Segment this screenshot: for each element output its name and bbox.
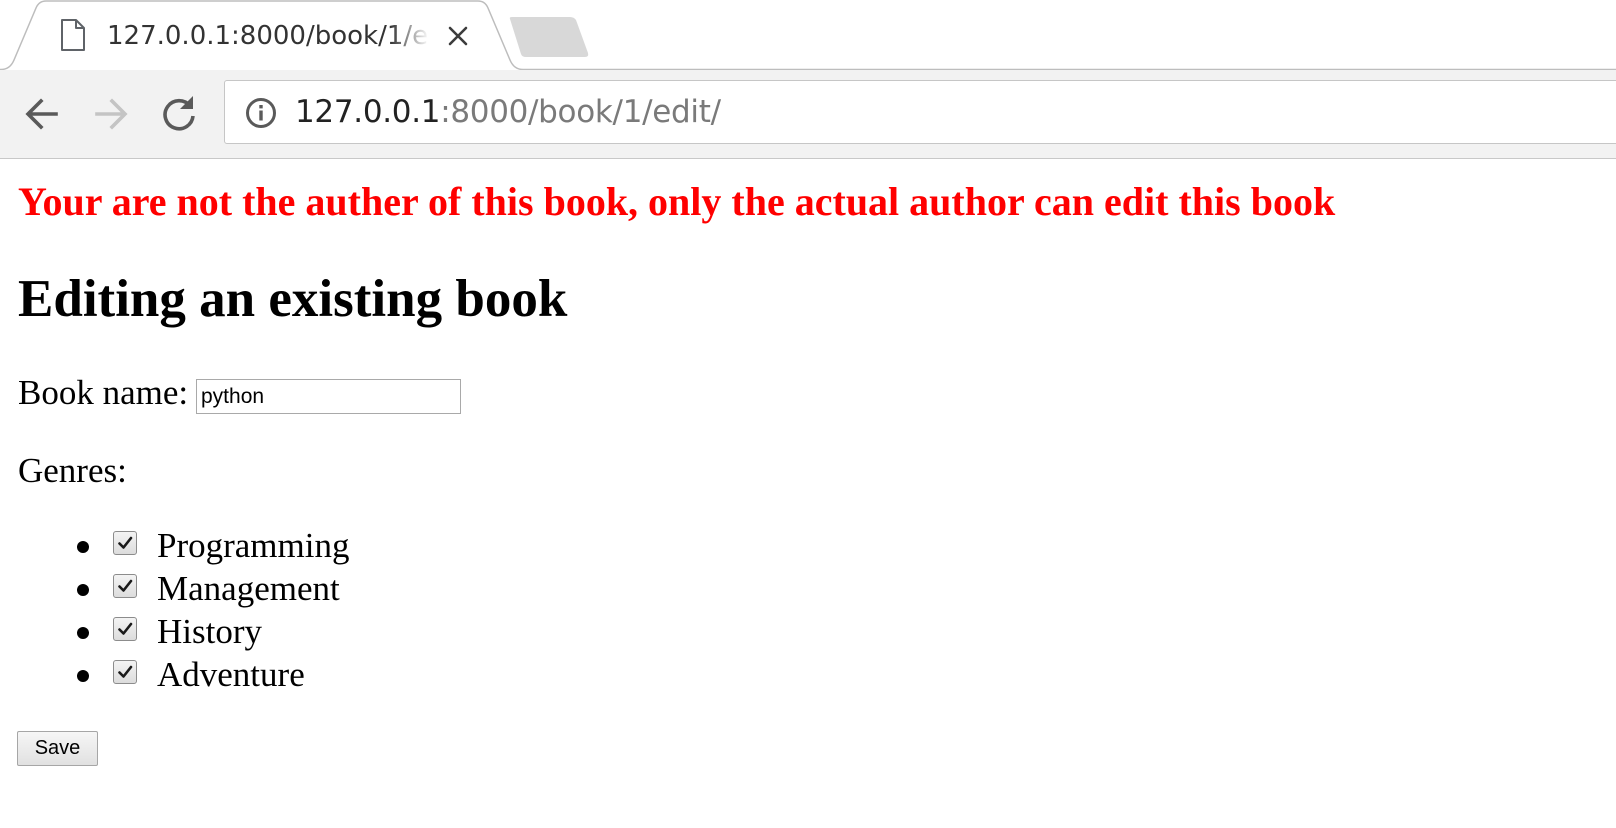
- new-tab-icon[interactable]: [508, 16, 590, 58]
- file-icon: [61, 19, 85, 51]
- info-icon[interactable]: [245, 97, 277, 129]
- close-icon[interactable]: [446, 24, 470, 48]
- genre-item-history: History: [0, 610, 400, 653]
- genres-label: Genres:: [18, 451, 127, 490]
- browser-toolbar: 127.0.0.1:8000/book/1/edit/: [0, 70, 1616, 159]
- genre-checkbox-history[interactable]: [113, 617, 137, 641]
- genre-label: History: [157, 612, 262, 651]
- bullet: [77, 627, 89, 639]
- checkmark-icon: [118, 579, 133, 592]
- page-title: Editing an existing book: [18, 270, 568, 328]
- page-content: Your are not the auther of this book, on…: [0, 159, 1616, 828]
- reload-icon[interactable]: [157, 92, 201, 136]
- url-host: 127.0.0.1: [295, 94, 441, 130]
- checkmark-icon: [118, 622, 133, 635]
- genre-item-programming: Programming: [0, 524, 400, 567]
- genre-checkbox-programming[interactable]: [113, 531, 137, 555]
- forward-arrow-icon[interactable]: [89, 92, 133, 136]
- bullet: [77, 541, 89, 553]
- genre-list: Programming Management History Adventure: [0, 524, 400, 696]
- bullet: [77, 670, 89, 682]
- genre-label: Programming: [157, 526, 350, 565]
- url-path: :8000/book/1/edit/: [440, 94, 721, 130]
- genre-item-adventure: Adventure: [0, 653, 400, 696]
- back-arrow-icon[interactable]: [20, 92, 64, 136]
- book-name-label: Book name:: [18, 373, 189, 412]
- genre-label: Management: [157, 569, 340, 608]
- genre-checkbox-management[interactable]: [113, 574, 137, 598]
- url-text[interactable]: 127.0.0.1:8000/book/1/edit/: [295, 92, 721, 132]
- error-message: Your are not the auther of this book, on…: [18, 179, 1336, 224]
- checkmark-icon: [118, 536, 133, 549]
- checkmark-icon: [118, 665, 133, 678]
- bullet: [77, 584, 89, 596]
- save-button[interactable]: Save: [17, 731, 98, 766]
- address-bar[interactable]: 127.0.0.1:8000/book/1/edit/: [224, 80, 1616, 144]
- genre-checkbox-adventure[interactable]: [113, 660, 137, 684]
- genre-item-management: Management: [0, 567, 400, 610]
- genre-label: Adventure: [157, 655, 305, 694]
- tab-title[interactable]: 127.0.0.1:8000/book/1/edit/: [107, 18, 429, 54]
- book-name-input[interactable]: [196, 379, 461, 414]
- browser-window: 127.0.0.1:8000/book/1/edit/ 127.0.0.1:80…: [0, 0, 1616, 828]
- tab-strip: 127.0.0.1:8000/book/1/edit/: [0, 0, 1616, 70]
